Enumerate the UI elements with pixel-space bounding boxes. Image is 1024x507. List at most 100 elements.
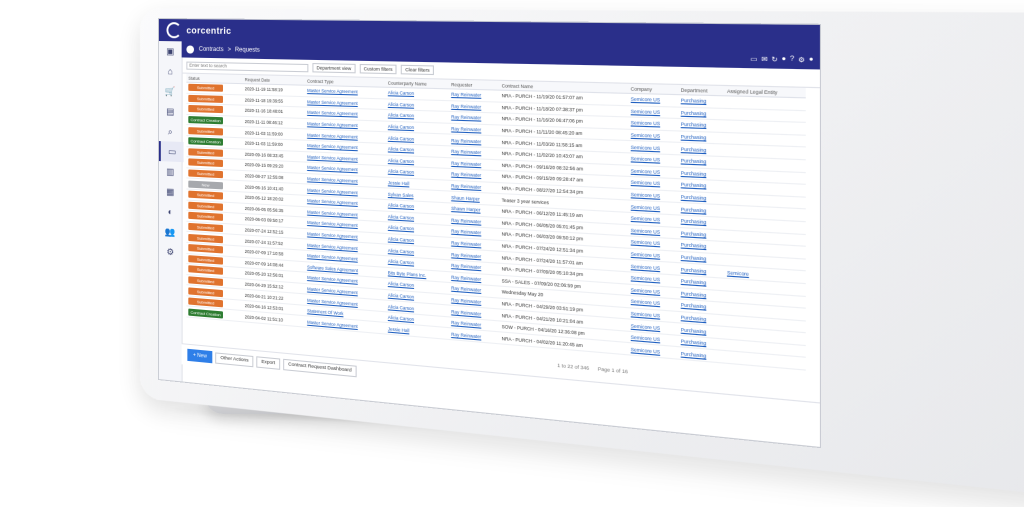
counterparty-link[interactable]: Alicia Carson xyxy=(388,292,414,299)
department-link[interactable]: Purchasing xyxy=(681,182,707,189)
department-link[interactable]: Purchasing xyxy=(681,326,707,334)
requester-link[interactable]: Ray Reinwater xyxy=(451,160,481,167)
counterparty-link[interactable]: Alicia Carson xyxy=(388,259,414,266)
company-link[interactable]: Semicore US xyxy=(631,346,660,354)
department-link[interactable]: Purchasing xyxy=(681,302,707,310)
requester-link[interactable]: Ray Reinwater xyxy=(451,126,481,132)
requester-link[interactable]: Ray Reinwater xyxy=(451,263,481,270)
search-input[interactable]: Enter text to search xyxy=(186,61,309,72)
requester-link[interactable]: Ray Reinwater xyxy=(451,103,481,109)
department-link[interactable]: Purchasing xyxy=(681,206,707,213)
department-link[interactable]: Purchasing xyxy=(681,230,707,237)
requester-link[interactable]: Ray Reinwater xyxy=(451,309,481,317)
monitor-icon[interactable]: ▭ xyxy=(158,141,184,163)
cart-icon[interactable]: 🛒 xyxy=(159,81,182,102)
breadcrumb-root[interactable]: Contracts xyxy=(199,47,224,53)
contract-type-link[interactable]: Master Service Agreement xyxy=(307,176,358,184)
department-link[interactable]: Purchasing xyxy=(681,351,707,359)
requester-link[interactable]: Ray Reinwater xyxy=(451,138,481,145)
requester-link[interactable]: Ray Reinwater xyxy=(451,217,481,224)
company-link[interactable]: Semicore US xyxy=(631,132,660,139)
counterparty-link[interactable]: Alicia Carson xyxy=(388,225,414,232)
notification-icon[interactable]: ● xyxy=(782,55,787,63)
department-link[interactable]: Purchasing xyxy=(681,266,707,273)
counterparty-link[interactable]: Alicia Carson xyxy=(388,101,414,107)
company-link[interactable]: Semicore US xyxy=(631,227,660,234)
company-link[interactable]: Semicore US xyxy=(631,204,660,211)
company-link[interactable]: Semicore US xyxy=(631,323,660,331)
requester-link[interactable]: Ray Reinwater xyxy=(451,92,481,98)
contract-type-link[interactable]: Master Service Agreement xyxy=(307,143,358,150)
department-link[interactable]: Purchasing xyxy=(681,290,707,298)
company-link[interactable]: Semicore US xyxy=(631,120,660,127)
requester-link[interactable]: Shaun Harper xyxy=(451,195,480,202)
counterparty-link[interactable]: Alicia Carson xyxy=(388,158,414,164)
home-icon[interactable]: ⌂ xyxy=(159,61,182,82)
company-link[interactable]: Semicore US xyxy=(631,275,660,283)
dashboard-icon[interactable]: ▣ xyxy=(159,41,182,61)
contract-type-link[interactable]: Master Service Agreement xyxy=(307,198,358,206)
contract-type-link[interactable]: Master Service Agreement xyxy=(307,209,358,217)
contract-type-link[interactable]: Master Service Agreement xyxy=(307,242,358,251)
search-docs-icon[interactable]: ⌕ xyxy=(159,121,182,142)
department-link[interactable]: Purchasing xyxy=(681,122,707,129)
clear-filters-button[interactable]: Clear filters xyxy=(401,64,434,76)
department-link[interactable]: Purchasing xyxy=(681,110,707,116)
requester-link[interactable]: Ray Reinwater xyxy=(451,229,481,236)
contract-type-link[interactable]: Master Service Agreement xyxy=(307,132,358,139)
department-link[interactable]: Purchasing xyxy=(681,242,707,249)
counterparty-link[interactable]: Alicia Carson xyxy=(388,214,414,221)
requester-link[interactable]: Ray Reinwater xyxy=(451,149,481,156)
company-link[interactable]: Semicore US xyxy=(631,97,660,103)
department-link[interactable]: Purchasing xyxy=(681,218,707,225)
counterparty-link[interactable]: Alicia Carson xyxy=(388,146,414,152)
contract-type-link[interactable]: Master Service Agreement xyxy=(307,319,358,329)
counterparty-link[interactable]: Alicia Carson xyxy=(388,113,414,119)
counterparty-link[interactable]: Alicia Carson xyxy=(388,281,414,288)
department-link[interactable]: Purchasing xyxy=(681,339,707,347)
counterparty-link[interactable]: Alicia Carson xyxy=(388,304,414,311)
settings-top-icon[interactable]: ⚙ xyxy=(798,56,805,64)
department-select[interactable]: Department view xyxy=(312,63,356,74)
contract-type-link[interactable]: Master Service Agreement xyxy=(307,165,358,173)
counterparty-link[interactable]: Alicia Carson xyxy=(388,315,414,322)
counterparty-link[interactable]: Alicia Carson xyxy=(388,203,414,210)
user-icon[interactable]: ● xyxy=(809,56,814,64)
department-link[interactable]: Purchasing xyxy=(681,314,707,322)
requester-link[interactable]: Ray Reinwater xyxy=(451,297,481,305)
counterparty-link[interactable]: Sylvan Sales xyxy=(388,191,414,198)
requester-link[interactable]: Ray Reinwater xyxy=(451,115,481,121)
counterparty-link[interactable]: Alicia Carson xyxy=(388,236,414,243)
company-link[interactable]: Semicore US xyxy=(631,156,660,163)
contract-type-link[interactable]: Master Service Agreement xyxy=(307,231,358,239)
company-link[interactable]: Semicore US xyxy=(631,311,660,319)
company-link[interactable]: Semicore US xyxy=(631,180,660,187)
palette-icon[interactable]: ◐ xyxy=(159,201,182,222)
department-link[interactable]: Purchasing xyxy=(681,134,707,141)
department-link[interactable]: Purchasing xyxy=(681,254,707,261)
requester-link[interactable]: Ray Reinwater xyxy=(451,172,481,179)
document-icon[interactable]: ▤ xyxy=(159,101,182,122)
contract-type-link[interactable]: Master Service Agreement xyxy=(307,253,358,262)
company-link[interactable]: Semicore US xyxy=(631,144,660,151)
requester-link[interactable]: Ray Reinwater xyxy=(451,331,481,339)
contract-type-link[interactable]: Master Service Agreement xyxy=(307,220,358,228)
company-link[interactable]: Semicore US xyxy=(631,334,660,342)
chat-icon[interactable]: ▭ xyxy=(750,55,757,63)
department-link[interactable]: Purchasing xyxy=(681,146,707,153)
counterparty-link[interactable]: Alicia Carson xyxy=(388,247,414,254)
department-link[interactable]: Purchasing xyxy=(681,170,707,177)
new-button[interactable]: + New xyxy=(187,348,213,364)
users-icon[interactable]: 👥 xyxy=(159,221,182,243)
company-link[interactable]: Semicore US xyxy=(631,108,660,114)
company-link[interactable]: Semicore US xyxy=(631,192,660,199)
requester-link[interactable]: Ray Reinwater xyxy=(451,274,481,282)
department-link[interactable]: Purchasing xyxy=(681,98,707,104)
company-link[interactable]: Semicore US xyxy=(631,239,660,246)
other-actions-button[interactable]: Other Actions xyxy=(215,351,254,367)
message-icon[interactable]: ✉ xyxy=(761,55,767,63)
department-link[interactable]: Purchasing xyxy=(681,158,707,165)
department-link[interactable]: Purchasing xyxy=(681,194,707,201)
custom-filters-button[interactable]: Custom filters xyxy=(359,63,397,75)
contract-type-link[interactable]: Master Service Agreement xyxy=(307,88,358,95)
